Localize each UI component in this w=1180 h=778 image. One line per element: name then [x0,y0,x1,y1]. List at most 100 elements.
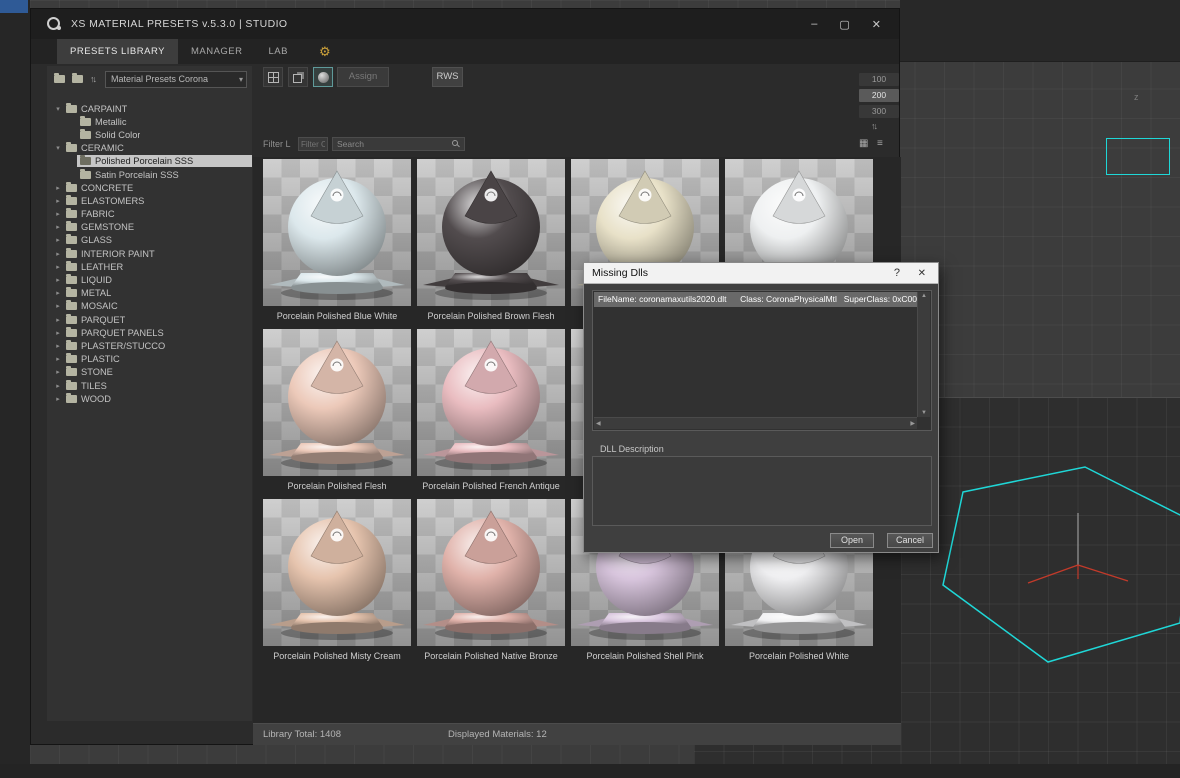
tree-item[interactable]: ▸ WOOD [47,392,252,405]
scroll-right-icon[interactable]: ▶ [910,420,915,427]
minimize-button[interactable]: – [811,18,817,30]
tree-item[interactable]: ▾ CERAMIC [47,142,252,155]
tree-expand-icon[interactable]: ▸ [53,236,63,244]
folder-icon [66,260,77,271]
material-thumbnail[interactable] [417,159,565,306]
list-vertical-scrollbar[interactable]: ▲ ▼ [917,292,930,417]
material-thumbnail[interactable] [263,499,411,646]
close-button[interactable]: ✕ [872,18,881,31]
thumbnails-mode-icon[interactable]: ▦ [859,138,868,149]
folder-icon [66,221,77,232]
dialog-close-button[interactable]: ✕ [918,263,926,284]
stack-view-icon-button[interactable] [288,67,308,87]
tab-lab[interactable]: LAB [256,39,301,64]
thumbnail-size-300-button[interactable]: 300 [859,105,899,118]
tree-expand-icon[interactable]: ▸ [53,223,63,231]
library-dropdown[interactable]: Material Presets Corona ▾ [105,71,247,88]
tree-expand-icon[interactable]: ▸ [53,276,63,284]
material-thumbnail[interactable] [417,499,565,646]
scroll-down-icon[interactable]: ▼ [918,410,930,416]
list-horizontal-scrollbar[interactable]: ◀ ▶ [594,417,917,429]
missing-dlls-list[interactable]: FileName: coronamaxutils2020.dlt Class: … [592,290,932,431]
tree-item[interactable]: ▸ TILES [47,379,252,392]
open-button[interactable]: Open [830,533,874,548]
tree-collapse-icon[interactable]: ▾ [53,105,63,113]
settings-gear-icon[interactable]: ⚙ [319,39,331,64]
thumbnail-size-100-button[interactable]: 100 [859,73,899,86]
tree-item[interactable]: ▸ METAL [47,287,252,300]
tree-expand-icon[interactable]: ▸ [53,302,63,310]
tree-expand-icon[interactable]: ▸ [53,368,63,376]
assign-button[interactable]: Assign [337,67,389,87]
tree-item[interactable]: ▾ CARPAINT [47,102,252,115]
tab-manager[interactable]: MANAGER [178,39,256,64]
tree-item[interactable]: ▸ LEATHER [47,260,252,273]
tree-item[interactable]: ▸ GLASS [47,234,252,247]
tree-item[interactable]: ▸ CONCRETE [47,181,252,194]
cancel-button[interactable]: Cancel [887,533,933,548]
category-tree: ▾ CARPAINT Metallic Solid Color ▾ CERAMIC Poli… [47,102,252,405]
tree-item[interactable]: ▸ INTERIOR PAINT [47,247,252,260]
tree-item[interactable]: ▸ ELASTOMERS [47,194,252,207]
scroll-up-icon[interactable]: ▲ [918,293,930,299]
tab-presets-library[interactable]: PRESETS LIBRARY [57,39,178,64]
tree-item[interactable]: ▸ PARQUET PANELS [47,326,252,339]
window-titlebar[interactable]: XS MATERIAL PRESETS v.5.3.0 | STUDIO – ▢… [31,9,899,39]
tree-item[interactable]: ▸ STONE [47,366,252,379]
thumbnail-size-200-button[interactable]: 200 [859,89,899,102]
tree-expand-icon[interactable]: ▸ [53,316,63,324]
rws-button[interactable]: RWS [432,67,463,87]
tree-expand-icon[interactable]: ▸ [53,250,63,258]
host-app-accent-chip [0,0,28,13]
tree-item[interactable]: Metallic [47,115,252,128]
tree-item[interactable]: ▸ MOSAIC [47,300,252,313]
material-thumbnail[interactable] [263,159,411,306]
tree-item[interactable]: ▸ GEMSTONE [47,221,252,234]
tree-item[interactable]: Polished Porcelain SSS [47,155,252,168]
tree-expand-icon[interactable]: ▸ [53,263,63,271]
tree-expand-icon[interactable]: ▸ [53,355,63,363]
sort-icon[interactable]: ↑↓ [90,74,97,84]
maximize-button[interactable]: ▢ [839,18,849,31]
filter-library-label: Filter L [263,139,291,149]
tree-item[interactable]: Satin Porcelain SSS [47,168,252,181]
tree-item-content: MOSAIC [63,300,252,312]
search-input[interactable] [333,138,449,150]
grid-view-icon-button[interactable] [263,67,283,87]
tree-item[interactable]: ▸ PARQUET [47,313,252,326]
tree-expand-icon[interactable]: ▸ [53,342,63,350]
tree-collapse-icon[interactable]: ▾ [53,144,63,152]
tree-expand-icon[interactable]: ▸ [53,210,63,218]
folder-icon [80,168,91,179]
tree-item-label: Solid Color [95,129,141,140]
material-cell: Porcelain Polished Flesh [263,329,411,497]
material-thumbnail[interactable] [263,329,411,476]
tree-expand-icon[interactable]: ▸ [53,382,63,390]
tree-expand-icon[interactable]: ▸ [53,395,63,403]
new-folder-icon[interactable] [54,73,65,83]
search-box [332,137,465,151]
sphere-preview-icon-button[interactable] [313,67,333,87]
tree-item[interactable]: ▸ LIQUID [47,273,252,286]
material-thumbnail[interactable] [417,329,565,476]
dll-filename: FileName: coronamaxutils2020.dlt [598,294,727,304]
tree-item[interactable]: Solid Color [47,128,252,141]
material-label: Porcelain Polished Misty Cream [273,651,401,661]
thumbnail-sort-icon[interactable]: ↑↓ [871,121,878,131]
tree-item[interactable]: ▸ FABRIC [47,208,252,221]
missing-dll-row[interactable]: FileName: coronamaxutils2020.dlt Class: … [594,292,917,307]
dialog-titlebar[interactable]: Missing Dlls ? ✕ [584,263,938,284]
scroll-left-icon[interactable]: ◀ [596,420,601,427]
dialog-help-button[interactable]: ? [894,263,900,284]
collapse-folders-icon[interactable] [72,73,83,83]
tree-expand-icon[interactable]: ▸ [53,184,63,192]
tree-item[interactable]: ▸ PLASTIC [47,353,252,366]
filter-category-input[interactable] [298,137,328,151]
tree-item-content: Metallic [77,115,252,128]
list-mode-icon[interactable]: ≡ [877,138,883,149]
tree-expand-icon[interactable]: ▸ [53,197,63,205]
tree-expand-icon[interactable]: ▸ [53,289,63,297]
tree-item[interactable]: ▸ PLASTER/STUCCO [47,339,252,352]
tree-expand-icon[interactable]: ▸ [53,329,63,337]
tree-item-content: GLASS [63,234,252,246]
